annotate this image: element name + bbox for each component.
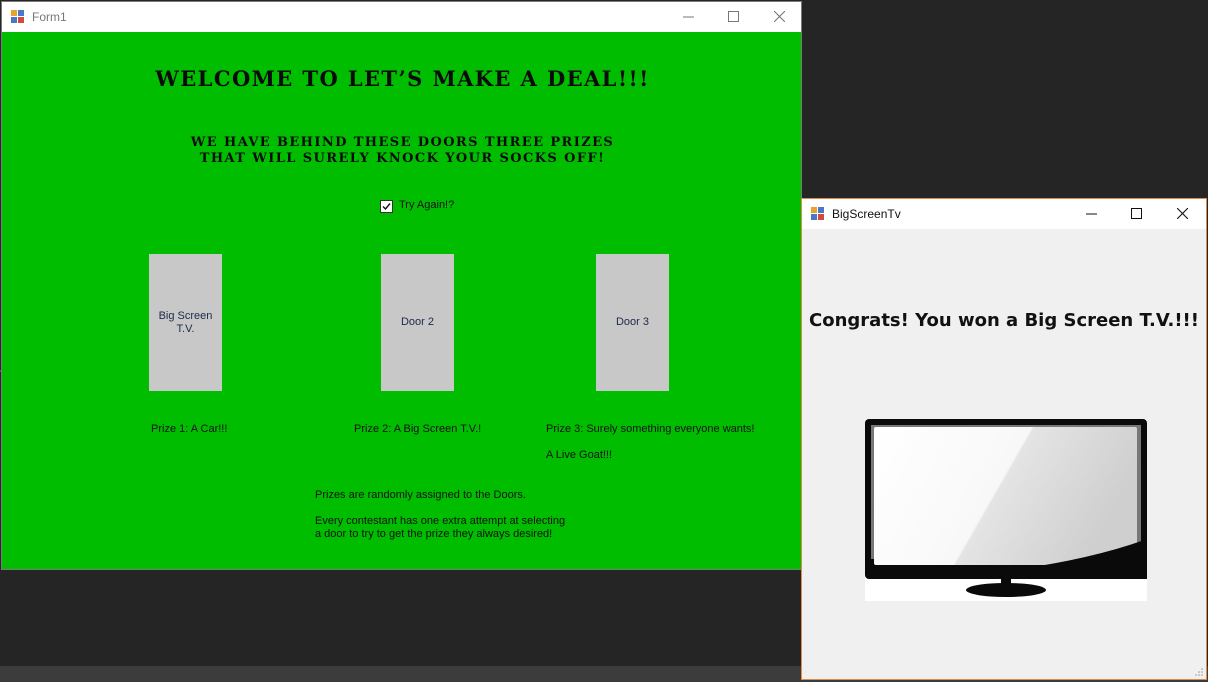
minimize-icon [1086,213,1097,215]
maximize-button[interactable] [1114,199,1160,229]
app-icon [811,207,825,221]
door-2-button[interactable]: Door 2 [381,254,454,391]
prize-3-label: Prize 3: Surely something everyone wants… [546,423,755,435]
welcome-heading: WELCOME TO LET’S MAKE A DEAL!!! [155,66,650,91]
subheading-line-1: WE HAVE BEHIND THESE DOORS THREE PRIZES [190,135,615,150]
door-1-label: Big Screen [158,309,213,322]
prize-2-label: Prize 2: A Big Screen T.V.! [354,423,482,435]
tv-icon [865,419,1147,597]
checkmark-icon [382,203,391,211]
attempt-note-line-1: Every contestant has one extra attempt a… [315,515,566,527]
attempt-note-line-2: a door to try to get the prize they alwa… [315,528,553,540]
app-icon [11,10,25,24]
bigscreentv-titlebar[interactable]: BigScreenTv [802,199,1206,229]
close-button[interactable] [757,2,803,32]
checkbox-box[interactable] [380,200,393,213]
prizes-subheading: WE HAVE BEHIND THESE DOORS THREE PRIZES … [2,135,803,167]
door-3-button[interactable]: Door 3 [596,254,669,391]
checkbox-label: Try Again!? [399,199,455,211]
close-icon [1177,208,1188,219]
congrats-message: Congrats! You won a Big Screen T.V.!!! [809,310,1199,331]
prize-3-detail: A Live Goat!!! [546,449,613,461]
form1-titlebar[interactable]: Form1 [2,2,801,32]
minimize-button[interactable] [666,2,712,32]
close-icon [774,11,785,22]
attempt-note: Every contestant has one extra attempt a… [315,515,565,541]
door-1-button[interactable]: Big Screen T.V. [149,254,222,391]
minimize-button[interactable] [1069,199,1115,229]
maximize-icon [1131,208,1142,219]
form1-window: Form1 WELCOME TO LET’S MAKE A DEAL!!! WE… [1,1,802,570]
subheading-line-2: THAT WILL SURELY KNOCK YOUR SOCKS OFF! [199,151,606,166]
tv-picture [865,419,1147,601]
door-1-label-line2: T.V. [176,322,195,335]
close-button[interactable] [1160,199,1206,229]
maximize-button[interactable] [711,2,757,32]
minimize-icon [683,16,694,18]
door-2-label: Door 2 [400,316,435,328]
door-3-label: Door 3 [615,316,650,328]
bigscreentv-window: BigScreenTv Congrats! You won a Big Scre… [801,198,1207,680]
random-note: Prizes are randomly assigned to the Door… [315,489,526,501]
resize-grip-icon[interactable] [1194,667,1204,677]
window-title: BigScreenTv [832,207,901,221]
maximize-icon [728,11,739,22]
prize-1-label: Prize 1: A Car!!! [151,423,228,435]
window-title: Form1 [32,10,67,24]
